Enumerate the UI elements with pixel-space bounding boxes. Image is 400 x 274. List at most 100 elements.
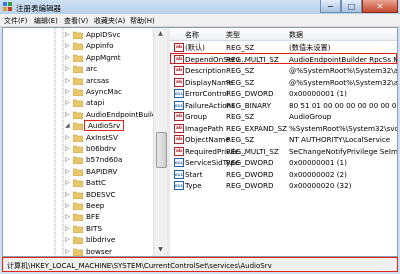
menu-help[interactable]: 帮助(H) [130,16,155,26]
scrollbar-thumb[interactable] [156,132,167,168]
value-row[interactable]: ab Description REG_SZ @%SystemRoot%\System3… [170,64,397,76]
expand-arrow-icon[interactable]: ▷ [65,146,71,152]
tree-item[interactable]: ▷ Appinfo [3,40,153,51]
scroll-up-arrow-icon[interactable]: ▲ [154,28,167,40]
expand-arrow-icon[interactable]: ▷ [65,66,71,72]
tree-item[interactable]: ▷ arc [3,63,153,74]
value-name: Description [185,66,226,75]
folder-icon [73,225,83,233]
value-row[interactable]: 011 Type REG_DWORD 0x00000020 (32) [170,179,397,191]
values-column-header: 名称 类型 数据 [170,28,397,41]
tree-item[interactable]: ▷ AppMgmt [3,52,153,63]
tree-item[interactable]: ▷ bowser [3,246,153,256]
tree-item[interactable]: ▷ BITS [3,223,153,234]
value-row[interactable]: ab DependOnServ... REG_MULTI_SZ AudioEndpoi… [170,52,397,64]
tree-item[interactable]: ▷ b57nd60a [3,154,153,165]
expand-arrow-icon[interactable]: ▷ [65,214,71,220]
minimize-button[interactable]: − [320,0,341,13]
value-type: REG_MULTI_SZ [226,54,279,64]
expand-arrow-icon[interactable]: ▷ [65,134,71,141]
tree-item[interactable]: ▷ BFE [3,211,153,222]
expand-arrow-icon[interactable]: ▷ [65,180,71,186]
tree-item[interactable]: ▷ atapi [3,97,153,108]
tree-item[interactable]: ▷ BAPIDRV [3,166,153,177]
tree-item-label: AppIDSvc [86,30,121,39]
expanded-arrow-icon[interactable]: ◢ [65,123,71,129]
string-value-icon: ab [174,146,184,156]
folder-icon [73,65,83,74]
expand-arrow-icon[interactable]: ▷ [65,191,71,198]
menu-edit[interactable]: 编辑(E) [34,16,58,26]
tree-vertical-scrollbar[interactable]: ▲ ▼ [153,28,167,256]
resize-grip-icon[interactable]: ⋰ [7,261,395,270]
tree-item-label: b57nd60a [86,155,123,165]
tree-item-label: arc [86,64,98,74]
tree-item-label: AsyncMac [86,87,122,96]
expand-arrow-icon[interactable]: ▷ [65,237,71,243]
tree-item-label: Appinfo [86,41,114,51]
menu-favorites[interactable]: 收藏夹(A) [94,16,125,26]
folder-icon [73,134,83,142]
value-type: REG_SZ [226,66,255,75]
maximize-button[interactable]: □ [341,0,362,13]
value-data: 0x00000001 (1) [289,89,347,98]
folder-icon [73,179,83,188]
binary-value-icon: 011 [174,181,184,190]
registry-values-list: 名称 类型 数据 ab (默认) REG_SZ (数值未设置) ab DependOnSe… [170,28,397,256]
menu-view[interactable]: 查看(V) [64,16,88,26]
expand-arrow-icon[interactable]: ▷ [65,168,71,175]
value-row[interactable]: ab RequiredPrivile... REG_MULTI_SZ SeChange… [170,145,397,157]
tree-item[interactable]: ▷ BDESVC [3,189,153,200]
value-row[interactable]: 011 Start REG_DWORD 0x00000002 (2) [170,168,397,180]
tree-item[interactable]: ▷ Beep [3,200,153,211]
value-type: REG_DWORD [226,89,274,98]
value-row[interactable]: ab DisplayName REG_SZ @%SystemRoot%\System3… [170,76,397,88]
editor-content: ▷ AppIDSvc ▷ Appinfo ▷ AppMgmt ▷ arc ▷ arcsas ▷ Asy… [2,27,398,257]
tree-item[interactable]: ▷ BattC [3,177,153,188]
expand-arrow-icon[interactable]: ▷ [65,89,71,95]
tree-item[interactable]: ▷ b06bdrv [3,143,153,154]
tree-item[interactable]: ▷ AxInstSV [3,132,153,143]
expand-arrow-icon[interactable]: ▷ [65,157,71,163]
string-value-icon: ab [174,77,184,87]
expand-arrow-icon[interactable]: ▷ [65,111,71,118]
column-type-header[interactable]: 类型 [226,30,240,40]
tree-item[interactable]: ▷ AudioEndpointBuilder [3,109,164,120]
value-row[interactable]: ab Group REG_SZ AudioGroup [170,110,397,122]
value-row[interactable]: ab ObjectName REG_SZ NT AUTHORITY\LocalServ… [170,133,397,145]
column-data-header[interactable]: 数据 [289,30,303,40]
value-row[interactable]: ab (默认) REG_SZ (数值未设置) [170,41,397,53]
expand-arrow-icon[interactable]: ▷ [65,32,71,38]
tree-item[interactable]: ▷ AppIDSvc [3,29,153,40]
value-type: REG_SZ [226,112,255,121]
close-button[interactable]: ✕ [362,0,398,13]
expand-arrow-icon[interactable]: ▷ [65,54,71,61]
folder-icon [73,100,83,108]
value-data: NT AUTHORITY\LocalService [289,135,391,144]
folder-icon [73,88,83,96]
expand-arrow-icon[interactable]: ▷ [65,77,71,84]
tree-item[interactable]: ▷ AsyncMac [3,86,153,97]
tree-item[interactable]: ▷ arcsas [3,75,153,86]
expand-arrow-icon[interactable]: ▷ [65,203,71,209]
status-bar: 计算机\HKEY_LOCAL_MACHINE\SYSTEM\CurrentCon… [2,257,398,272]
column-name-header[interactable]: 名称 [185,30,199,40]
value-data: AudioEndpointBuilder RpcSs MMC [289,54,397,64]
value-name: Start [185,169,203,179]
expand-arrow-icon[interactable]: ▷ [65,100,71,106]
menu-file[interactable]: 文件(F) [4,16,28,26]
scroll-down-arrow-icon[interactable]: ▼ [154,244,167,256]
tree-item[interactable]: ▷ blbdrive [3,234,153,245]
expand-arrow-icon[interactable]: ▷ [65,225,71,232]
value-row[interactable]: ab ImagePath REG_EXPAND_SZ %SystemRoot%\Sys… [170,122,397,134]
expand-arrow-icon[interactable]: ▷ [65,43,71,49]
binary-value-icon: 011 [174,89,184,98]
tree-item-label: AudioSrv [84,120,125,132]
title-bar[interactable]: 注册表编辑器 − □ ✕ [0,0,400,14]
expand-arrow-icon[interactable]: ▷ [65,248,71,255]
value-type: REG_EXPAND_SZ [226,123,287,133]
value-row[interactable]: 011 ErrorControl REG_DWORD 0x00000001 (1) [170,87,397,99]
tree-item[interactable]: ◢ AudioSrv [3,120,153,132]
value-row[interactable]: 011 FailureActions REG_BINARY 80 51 01 00 0… [170,99,397,111]
value-row[interactable]: 011 ServiceSidType REG_DWORD 0x00000001 (1) [170,156,397,168]
